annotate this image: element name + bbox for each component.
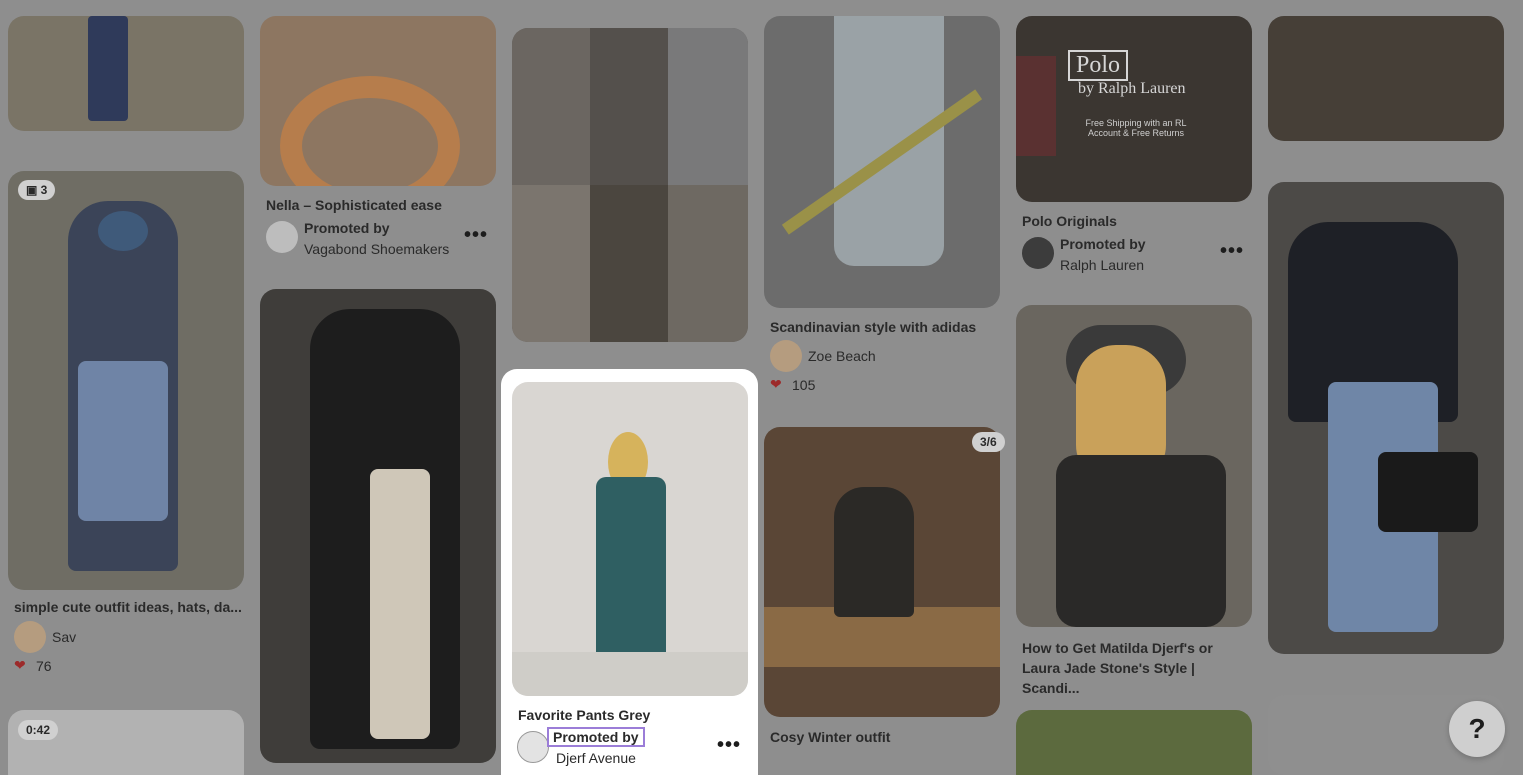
help-button[interactable]: ? [1449, 701, 1505, 757]
pin-title[interactable]: Cosy Winter outfit [770, 729, 890, 745]
avatar[interactable] [517, 731, 549, 763]
pin-image[interactable] [1016, 305, 1252, 627]
pin-image[interactable] [8, 16, 244, 131]
avatar[interactable] [266, 221, 298, 253]
pin-image[interactable] [260, 289, 496, 763]
pin-image[interactable] [512, 28, 748, 342]
pin-title[interactable]: Nella – Sophisticated ease [266, 197, 442, 213]
pin-image[interactable] [1268, 16, 1504, 141]
promoted-label: Promoted by [304, 220, 390, 236]
promoted-label: Promoted by [1060, 236, 1146, 252]
pin-image[interactable] [260, 16, 496, 186]
brand-note: Free Shipping with an RL Account & Free … [1085, 118, 1187, 138]
author-name[interactable]: Zoe Beach [808, 348, 876, 364]
pin-image[interactable] [764, 427, 1000, 717]
promoted-label: Promoted by [547, 727, 645, 747]
pin-image[interactable] [512, 382, 748, 696]
more-options-icon[interactable]: ••• [464, 224, 488, 247]
pin-title[interactable]: How to Get Matilda Djerf's or Laura Jade… [1022, 638, 1248, 698]
brand-logo: Polo [1068, 50, 1129, 81]
advertiser-name[interactable]: Ralph Lauren [1060, 257, 1144, 273]
author-name[interactable]: Sav [52, 629, 76, 645]
avatar[interactable] [14, 621, 46, 653]
heart-icon: ❤ [14, 657, 26, 673]
pin-image[interactable] [1016, 710, 1252, 775]
board-icon: ▣ 3 [18, 180, 56, 200]
pin-title[interactable]: simple cute outfit ideas, hats, da... [14, 599, 242, 615]
avatar[interactable] [1022, 237, 1054, 269]
pin-image[interactable]: Polo by Ralph Lauren Free Shipping with … [1016, 16, 1252, 202]
pin-image[interactable] [764, 16, 1000, 308]
more-options-icon[interactable]: ••• [717, 734, 741, 757]
pin-title[interactable]: Favorite Pants Grey [518, 707, 650, 723]
advertiser-name[interactable]: Djerf Avenue [556, 750, 636, 766]
video-duration: 0:42 [18, 720, 59, 740]
heart-icon: ❤ [770, 376, 782, 392]
more-options-icon[interactable]: ••• [1220, 240, 1244, 263]
help-label: ? [1468, 713, 1486, 744]
avatar[interactable] [770, 340, 802, 372]
advertiser-name[interactable]: Vagabond Shoemakers [304, 241, 449, 257]
highlighted-pin-card[interactable]: Favorite Pants Grey Promoted by Djerf Av… [501, 369, 758, 775]
pin-image[interactable] [8, 171, 244, 590]
pin-title[interactable]: Scandinavian style with adidas [770, 319, 976, 335]
pin-image[interactable] [1268, 182, 1504, 654]
like-count: 105 [792, 377, 816, 393]
pin-title[interactable]: Polo Originals [1022, 213, 1117, 229]
page-count: 3/6 [972, 432, 1005, 452]
like-count: 76 [36, 658, 52, 674]
board-count: 3 [40, 183, 48, 197]
brand-subtitle: by Ralph Lauren [1078, 80, 1186, 97]
